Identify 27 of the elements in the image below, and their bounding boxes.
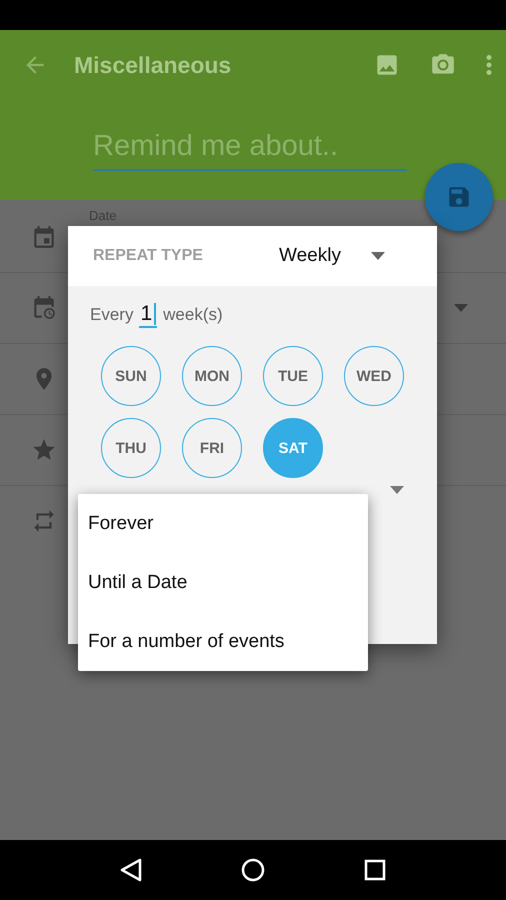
more-menu-button[interactable] xyxy=(486,55,492,75)
weekday-toggle[interactable]: FRI xyxy=(182,418,242,478)
back-nav-button[interactable] xyxy=(120,858,142,882)
every-label: Every xyxy=(90,305,134,325)
weekday-toggle[interactable]: SUN xyxy=(101,346,161,406)
caret-icon xyxy=(370,252,385,260)
dropdown-caret-icon xyxy=(390,486,404,494)
weekday-toggle[interactable]: WED xyxy=(344,346,404,406)
home-nav-button[interactable] xyxy=(240,858,265,882)
reminder-title-field[interactable]: Remind me about.. xyxy=(93,126,407,171)
recents-nav-button[interactable] xyxy=(364,859,386,881)
menu-option[interactable]: Until a Date xyxy=(78,553,368,612)
weekday-toggle[interactable]: TUE xyxy=(263,346,323,406)
more-vertical-icon xyxy=(486,55,492,75)
weekday-toggle[interactable]: MON xyxy=(182,346,242,406)
menu-option[interactable]: Forever xyxy=(78,494,368,553)
interval-field[interactable]: 1 xyxy=(139,302,158,328)
dropdown-caret-icon xyxy=(454,304,468,312)
menu-option[interactable]: For a number of events xyxy=(78,612,368,671)
category-title: Miscellaneous xyxy=(74,52,232,78)
weekday-toggle[interactable]: THU xyxy=(101,418,161,478)
back-triangle-icon xyxy=(120,858,142,882)
unit-label: week(s) xyxy=(163,305,223,325)
repeat-type-label: REPEAT TYPE xyxy=(93,247,204,265)
recents-square-icon xyxy=(364,859,386,881)
repeat-type-dropdown[interactable]: Weekly xyxy=(279,241,385,271)
home-circle-icon xyxy=(240,858,265,882)
